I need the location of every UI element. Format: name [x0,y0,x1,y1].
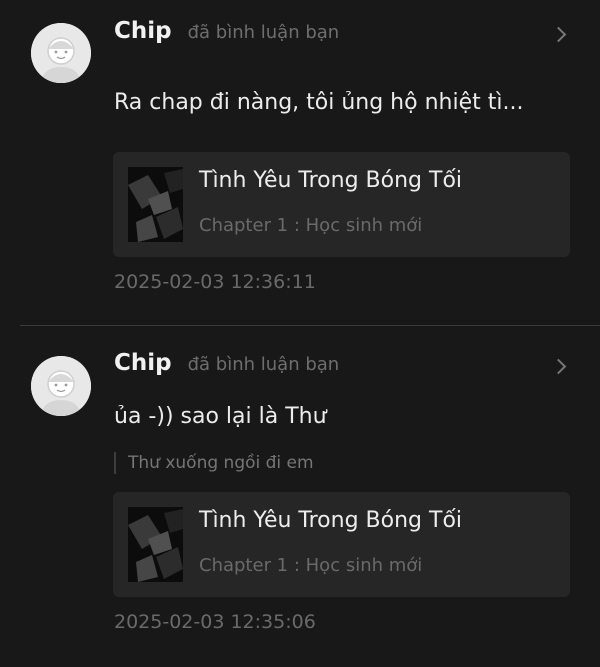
user-avatar-icon [31,356,91,416]
username[interactable]: Chip [114,350,172,376]
comment-text: Ra chap đi nàng, tôi ủng hộ nhiệt tì... [114,90,524,115]
notification-item[interactable]: Chip đã bình luận bạn ủa -)) sao lại là … [0,326,600,667]
user-avatar-icon [31,23,91,83]
notification-header: Chip đã bình luận bạn [114,350,570,376]
quoted-reply: Thư xuống ngồi đi em [114,452,314,474]
avatar[interactable] [31,356,91,416]
chapter-label: Chapter 1 : Học sinh mới [199,215,423,236]
notification-item[interactable]: Chip đã bình luận bạn Ra chap đi nàng, t… [0,0,600,325]
avatar[interactable] [31,23,91,83]
notification-action: đã bình luận bạn [187,22,340,43]
story-title: Tình Yêu Trong Bóng Tối [199,168,463,193]
story-title: Tình Yêu Trong Bóng Tối [199,508,463,533]
timestamp: 2025-02-03 12:36:11 [114,271,316,293]
notification-action: đã bình luận bạn [187,354,340,375]
username[interactable]: Chip [114,18,172,44]
notification-feed: Chip đã bình luận bạn Ra chap đi nàng, t… [0,0,600,667]
notification-header: Chip đã bình luận bạn [114,18,570,44]
story-card[interactable]: Tình Yêu Trong Bóng Tối Chapter 1 : Học … [113,152,570,257]
comment-text: ủa -)) sao lại là Thư [114,404,327,429]
timestamp: 2025-02-03 12:35:06 [114,611,316,633]
chapter-label: Chapter 1 : Học sinh mới [199,555,423,576]
story-cover-thumbnail [128,507,183,582]
story-card[interactable]: Tình Yêu Trong Bóng Tối Chapter 1 : Học … [113,492,570,597]
story-cover-thumbnail [128,167,183,242]
